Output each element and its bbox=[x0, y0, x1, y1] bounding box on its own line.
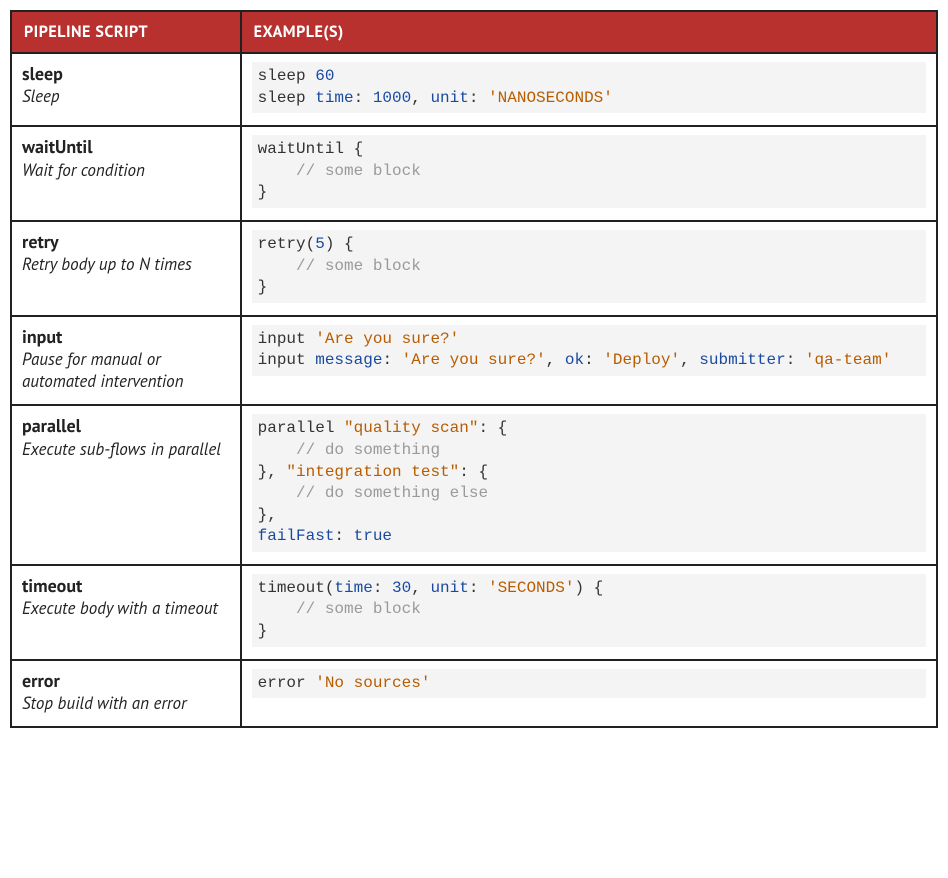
pipeline-reference-table: Pipeline Script Example(s) sleepSleepsle… bbox=[10, 10, 938, 728]
script-cell: parallelExecute sub-flows in parallel bbox=[11, 405, 241, 565]
example-cell: input 'Are you sure?' input message: 'Ar… bbox=[241, 316, 937, 406]
table-row: errorStop build with an error error 'No s… bbox=[11, 660, 937, 727]
example-cell: error 'No sources' bbox=[241, 660, 937, 727]
script-cell: inputPause for manual or automated inter… bbox=[11, 316, 241, 406]
script-description: Execute sub-flows in parallel bbox=[22, 438, 230, 460]
script-name: waitUntil bbox=[22, 135, 230, 158]
script-description: Sleep bbox=[22, 85, 230, 107]
example-cell: sleep 60 sleep time: 1000, unit: 'NANOSE… bbox=[241, 53, 937, 126]
script-cell: retryRetry body up to N times bbox=[11, 221, 241, 316]
script-name: error bbox=[22, 669, 230, 692]
table-row: waitUntilWait for conditionwaitUntil { /… bbox=[11, 126, 937, 221]
code-block: waitUntil { // some block } bbox=[252, 135, 926, 208]
script-cell: sleepSleep bbox=[11, 53, 241, 126]
header-script: Pipeline Script bbox=[11, 11, 241, 53]
script-description: Wait for condition bbox=[22, 159, 230, 181]
script-name: retry bbox=[22, 230, 230, 253]
code-block: error 'No sources' bbox=[252, 669, 926, 699]
table-header-row: Pipeline Script Example(s) bbox=[11, 11, 937, 53]
script-name: timeout bbox=[22, 574, 230, 597]
script-description: Stop build with an error bbox=[22, 692, 230, 714]
script-description: Execute body with a timeout bbox=[22, 597, 230, 619]
example-cell: parallel "quality scan": { // do somethi… bbox=[241, 405, 937, 565]
script-name: sleep bbox=[22, 62, 230, 85]
code-block: parallel "quality scan": { // do somethi… bbox=[252, 414, 926, 552]
script-description: Pause for manual or automated interventi… bbox=[22, 348, 230, 392]
table-row: retryRetry body up to N timesretry(5) { … bbox=[11, 221, 937, 316]
table-row: parallelExecute sub-flows in parallelpar… bbox=[11, 405, 937, 565]
script-name: input bbox=[22, 325, 230, 348]
script-cell: errorStop build with an error bbox=[11, 660, 241, 727]
table-row: timeoutExecute body with a timeouttimeou… bbox=[11, 565, 937, 660]
example-cell: waitUntil { // some block } bbox=[241, 126, 937, 221]
code-block: input 'Are you sure?' input message: 'Ar… bbox=[252, 325, 926, 376]
header-example: Example(s) bbox=[241, 11, 937, 53]
table-row: sleepSleepsleep 60 sleep time: 1000, uni… bbox=[11, 53, 937, 126]
script-name: parallel bbox=[22, 414, 230, 437]
example-cell: timeout(time: 30, unit: 'SECONDS') { // … bbox=[241, 565, 937, 660]
script-cell: waitUntilWait for condition bbox=[11, 126, 241, 221]
script-cell: timeoutExecute body with a timeout bbox=[11, 565, 241, 660]
script-description: Retry body up to N times bbox=[22, 253, 230, 275]
table-row: inputPause for manual or automated inter… bbox=[11, 316, 937, 406]
code-block: sleep 60 sleep time: 1000, unit: 'NANOSE… bbox=[252, 62, 926, 113]
code-block: retry(5) { // some block } bbox=[252, 230, 926, 303]
code-block: timeout(time: 30, unit: 'SECONDS') { // … bbox=[252, 574, 926, 647]
table-body: sleepSleepsleep 60 sleep time: 1000, uni… bbox=[11, 53, 937, 727]
example-cell: retry(5) { // some block } bbox=[241, 221, 937, 316]
